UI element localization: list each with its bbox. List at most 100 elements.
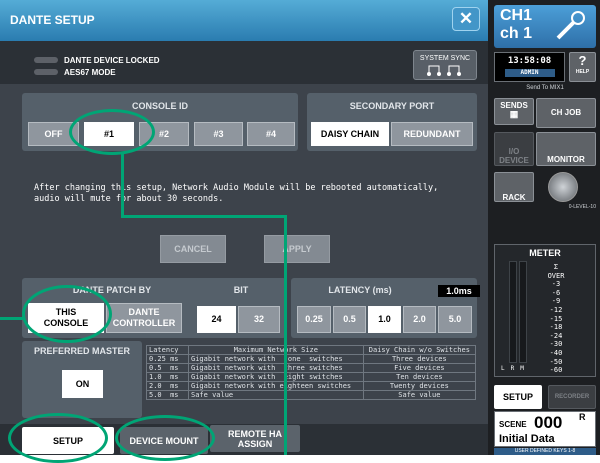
highlight-console-id [69, 109, 155, 155]
sends-button[interactable]: SENDS ▦ [494, 98, 534, 125]
table-cell: Gigabit network with eighteen switches [188, 381, 364, 391]
meter-scale-label: -12 [549, 306, 563, 314]
dante-controller-button[interactable]: DANTE CONTROLLER [106, 303, 182, 333]
table-cell: 0.25 ms [146, 354, 189, 364]
table-cell: 5.0 ms [146, 390, 189, 400]
system-sync-label: SYSTEM SYNC [419, 55, 471, 62]
console-id-title: CONSOLE ID [131, 101, 188, 111]
monitor-label: MONITOR [547, 155, 585, 164]
help-button[interactable]: ? HELP [569, 52, 596, 82]
latency-readout: 1.0ms [438, 285, 480, 297]
send-to-label: Send To MIX1 [526, 85, 564, 91]
latency-50-button[interactable]: 5.0 [438, 306, 472, 333]
selected-channel[interactable]: CH1 ch 1 [494, 5, 596, 48]
scene-display[interactable]: SCENE 000 R Initial Data [494, 411, 596, 447]
meter-scale-label: -18 [549, 323, 563, 332]
meter-scale-label: -24 [549, 331, 563, 340]
title-bar: DANTE SETUP ✕ [0, 0, 488, 41]
table-cell: Twenty devices [362, 381, 477, 391]
meter-title: METER [529, 248, 561, 258]
monitor-button[interactable]: MONITOR [536, 132, 596, 166]
table-row: 5.0 ms Safe value Safe value [146, 390, 477, 400]
latency-05-button[interactable]: 0.5 [333, 306, 366, 333]
table-cell: Ten devices [362, 372, 477, 382]
cancel-button[interactable]: CANCEL [160, 235, 226, 263]
recorder-button[interactable]: RECORDER [548, 385, 596, 409]
table-row: 1.0 ms Gigabit network with eight switche… [146, 372, 477, 382]
microphone-icon [556, 11, 585, 40]
meter-scale-label: -50 [549, 357, 563, 366]
table-header: Maximum Network Size [188, 345, 364, 355]
scene-suffix: R [579, 412, 586, 422]
aes67-led-icon [34, 69, 58, 75]
meter-scale-label: OVER [547, 271, 565, 280]
scene-number: 000 [534, 413, 563, 432]
redundant-button[interactable]: REDUNDANT [391, 122, 473, 146]
highlight-device-mount-tab [115, 415, 215, 461]
console-id-3-button[interactable]: #3 [194, 122, 243, 146]
clock-display: 13:58:08 ADMIN [494, 52, 565, 82]
latency-20-button[interactable]: 2.0 [403, 306, 436, 333]
table-cell: Gigabit network with three switches [188, 363, 364, 373]
scene-name: Initial Data [499, 433, 555, 445]
latency-info-table: Latency Maximum Network Size Daisy Chain… [146, 345, 477, 400]
level-knob[interactable] [548, 172, 578, 202]
bit-24-button[interactable]: 24 [197, 306, 236, 333]
table-row: 2.0 ms Gigabit network with eighteen swit… [146, 381, 477, 391]
table-cell: Safe value [362, 390, 477, 400]
preferred-master-title: PREFERRED MASTER [33, 346, 130, 356]
bit-32-button[interactable]: 32 [238, 306, 280, 333]
user-keys-label: USER DEFINED KEYS 1-8 [494, 448, 596, 455]
table-cell: Gigabit network with one switches [188, 354, 364, 364]
connector-line [121, 215, 286, 218]
setup-button[interactable]: SETUP [494, 385, 542, 409]
meter-bar-r [519, 261, 527, 363]
sync-icon [427, 65, 461, 76]
meter-scale-label: -6 [551, 288, 561, 297]
close-button[interactable]: ✕ [452, 7, 480, 31]
meter-scale-label: -40 [549, 349, 563, 357]
rack-button[interactable]: RACK [494, 172, 534, 202]
scene-label: SCENE [499, 420, 527, 429]
ch-job-button[interactable]: CH JOB [536, 98, 596, 128]
table-cell: 2.0 ms [146, 381, 189, 391]
table-row: 0.5 ms Gigabit network with three switche… [146, 363, 477, 373]
meter-channel-labels: LRM [501, 365, 530, 372]
connector-line [284, 215, 287, 455]
meter-channel-label: M [520, 365, 530, 372]
table-header-row: Latency Maximum Network Size Daisy Chain… [146, 345, 477, 355]
table-header: Latency [146, 345, 189, 355]
help-label: HELP [575, 69, 590, 75]
bit-title: BIT [233, 285, 249, 295]
table-cell: Safe value [188, 390, 364, 400]
apply-button[interactable]: APPLY [264, 235, 330, 263]
channel-number: CH1 [500, 7, 533, 24]
reboot-notice: After changing this setup, Network Audio… [34, 183, 439, 204]
locked-led-icon [34, 57, 58, 63]
table-cell: 1.0 ms [146, 372, 189, 382]
meter-channel-label: L [501, 365, 511, 372]
dialog-title: DANTE SETUP [10, 13, 95, 27]
user-text: ADMIN [504, 69, 555, 77]
meter-scale-label: -15 [549, 314, 563, 323]
time-text: 13:58:08 [507, 56, 552, 66]
system-sync-button[interactable]: SYSTEM SYNC [413, 50, 477, 80]
dante-setup-dialog: DANTE SETUP ✕ DANTE DEVICE LOCKED AES67 … [0, 0, 488, 455]
table-header: Daisy Chain w/o Switches [362, 345, 477, 355]
meter-scale-label: -9 [551, 297, 561, 306]
console-id-4-button[interactable]: #4 [247, 122, 295, 146]
daisy-chain-button[interactable]: DAISY CHAIN [311, 122, 389, 146]
level-label: 0-LEVEL-10 [568, 204, 596, 210]
io-device-button[interactable]: I/O DEVICE [494, 132, 534, 166]
secondary-port-title: SECONDARY PORT [349, 101, 435, 111]
latency-025-button[interactable]: 0.25 [297, 306, 331, 333]
table-cell: Five devices [362, 363, 477, 373]
aes67-label: AES67 MODE [64, 68, 116, 77]
preferred-master-on-button[interactable]: ON [62, 370, 103, 398]
meter-channel-label: R [510, 365, 521, 372]
latency-10-button[interactable]: 1.0 [368, 306, 401, 333]
connector-line [0, 317, 24, 320]
table-cell: Three devices [362, 354, 477, 364]
meter-bar-l [509, 261, 517, 363]
table-row: 0.25 ms Gigabit network with one switches… [146, 354, 477, 364]
